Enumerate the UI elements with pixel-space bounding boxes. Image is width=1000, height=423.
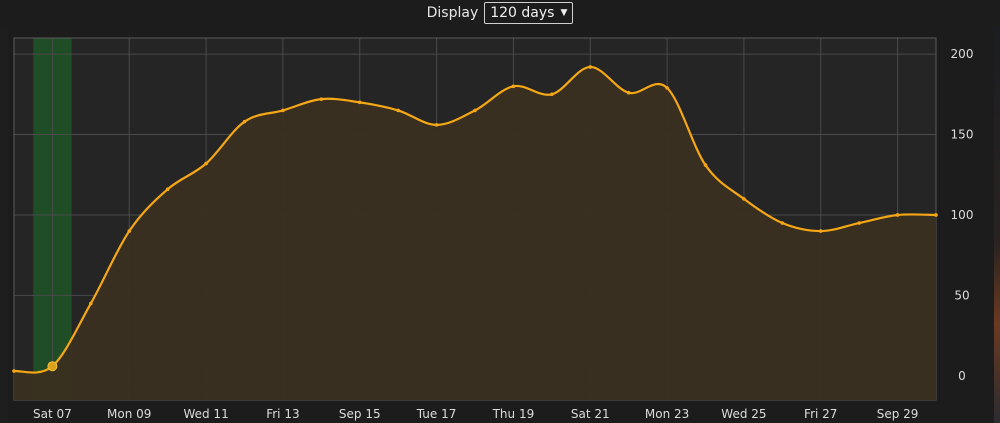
display-toolbar: Display 120 days ▼ — [0, 0, 1000, 26]
background-edge — [994, 26, 1000, 423]
x-tick-label: Wed 25 — [721, 407, 766, 421]
data-point — [588, 65, 593, 69]
y-tick-label: 200 — [951, 47, 974, 61]
data-point — [12, 369, 16, 373]
data-point — [434, 123, 439, 127]
data-point — [204, 161, 208, 166]
range-select-value: 120 days — [490, 5, 555, 21]
data-point — [550, 92, 554, 97]
x-tick-label: Tue 17 — [416, 407, 457, 421]
display-label: Display — [426, 5, 479, 21]
data-point — [857, 221, 861, 225]
data-point — [742, 197, 746, 201]
y-tick-label: 150 — [951, 128, 974, 142]
y-tick-label: 0 — [958, 369, 966, 383]
x-tick-label: Wed 11 — [183, 407, 228, 421]
x-tick-label: Mon 23 — [645, 407, 689, 421]
data-point — [818, 229, 823, 233]
data-point — [665, 86, 669, 90]
data-point — [357, 100, 362, 105]
y-tick-label: 100 — [951, 208, 974, 222]
line-chart: 0 50 100 150 200 Sat 07 Mon 09 Wed 11 Fri 13 Sep … — [12, 37, 974, 421]
data-point — [780, 221, 785, 225]
chevron-down-icon: ▼ — [560, 8, 568, 18]
data-point — [319, 97, 324, 101]
data-point — [242, 119, 247, 124]
x-tick-label: Fri 27 — [804, 407, 837, 421]
data-point — [89, 301, 93, 306]
data-point — [473, 108, 477, 113]
x-tick-label: Sat 21 — [571, 407, 610, 421]
x-tick-label: Thu 19 — [492, 407, 535, 421]
data-point — [127, 229, 132, 233]
range-select[interactable]: 120 days ▼ — [484, 2, 574, 24]
x-tick-label: Sep 29 — [877, 407, 919, 421]
x-tick-label: Sep 15 — [339, 407, 381, 421]
y-tick-label: 50 — [954, 288, 969, 302]
x-tick-label: Mon 09 — [107, 407, 151, 421]
data-point — [396, 108, 400, 113]
data-point — [703, 163, 708, 167]
data-point — [934, 213, 938, 217]
data-point — [895, 213, 900, 217]
x-tick-label: Sat 07 — [33, 407, 72, 421]
data-point — [281, 108, 285, 113]
highlighted-point — [47, 361, 58, 372]
data-point — [626, 90, 631, 95]
x-tick-label: Fri 13 — [266, 407, 299, 421]
data-point — [165, 187, 170, 192]
data-point — [511, 84, 516, 89]
